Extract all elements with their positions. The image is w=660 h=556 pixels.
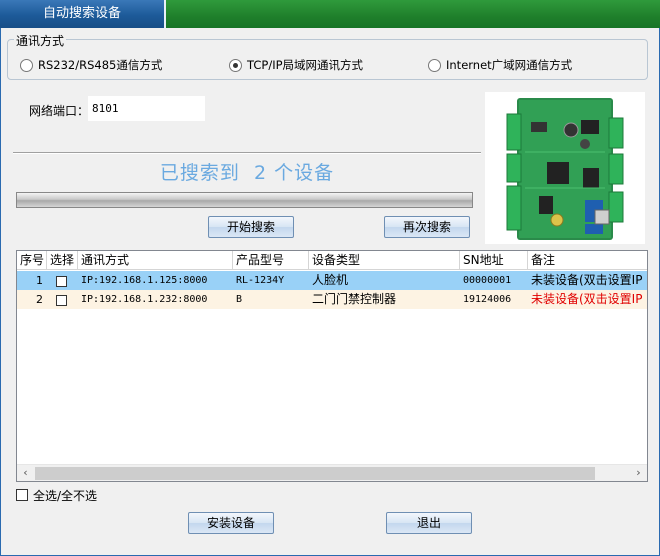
cell-comm: IP:192.168.1.125:8000 (81, 275, 208, 286)
radio-internet-label: Internet广域网通信方式 (446, 58, 573, 72)
divider (13, 152, 481, 154)
port-input[interactable] (88, 96, 205, 121)
scroll-left-icon[interactable]: ‹ (17, 465, 34, 481)
search-status: 已搜索到 2 个设备 (159, 162, 335, 184)
start-search-button[interactable]: 开始搜索 (208, 216, 294, 238)
cell-select[interactable] (47, 290, 78, 309)
col-header-no[interactable]: 序号 (17, 251, 47, 270)
cell-comm: IP:192.168.1.232:8000 (81, 294, 208, 305)
list-header: 序号 选择 通讯方式 产品型号 设备类型 SN地址 备注 (17, 251, 647, 270)
col-header-type[interactable]: 设备类型 (309, 251, 460, 270)
scrollbar-thumb[interactable] (35, 467, 595, 480)
cell-model: RL-1234Y (236, 275, 285, 286)
radio-tcpip-label: TCP/IP局域网通讯方式 (247, 58, 364, 72)
cell-note: 未装设备(双击设置IP (531, 273, 643, 287)
radio-rs232[interactable]: RS232/RS485通信方式 (20, 57, 162, 73)
table-row[interactable]: 1 IP:192.168.1.125:8000 RL-1234Y 人脸机 000… (17, 271, 647, 290)
select-all-checkbox[interactable]: 全选/全不选 (16, 488, 98, 503)
title-bar: 自动搜索设备 (0, 0, 660, 28)
cell-no: 1 (36, 274, 43, 287)
scroll-right-icon[interactable]: › (630, 465, 647, 481)
radio-circle[interactable] (20, 58, 33, 72)
radio-tcpip[interactable]: TCP/IP局域网通讯方式 (229, 57, 363, 73)
radio-circle[interactable] (428, 58, 441, 72)
col-header-model[interactable]: 产品型号 (233, 251, 309, 270)
cell-type: 二门门禁控制器 (312, 292, 397, 306)
cell-type: 人脸机 (312, 273, 349, 287)
col-header-note[interactable]: 备注 (528, 251, 647, 270)
comm-mode-legend: 通讯方式 (14, 32, 67, 49)
access-control-board-pcb-icon (506, 98, 624, 240)
row-checkbox[interactable] (56, 294, 67, 306)
search-progress-bar (16, 192, 473, 208)
cell-sn: 00000001 (463, 275, 512, 286)
horizontal-scrollbar[interactable]: ‹ › (17, 464, 647, 481)
col-header-comm[interactable]: 通讯方式 (78, 251, 233, 270)
cell-note: 未装设备(双击设置IP (531, 292, 643, 306)
row-checkbox[interactable] (56, 275, 67, 287)
window-title: 自动搜索设备 (0, 0, 166, 28)
exit-button[interactable]: 退出 (386, 512, 472, 534)
device-image (485, 92, 645, 244)
radio-internet[interactable]: Internet广域网通信方式 (428, 57, 572, 73)
checkbox-box[interactable] (16, 489, 28, 501)
select-all-label: 全选/全不选 (33, 488, 98, 503)
search-again-button[interactable]: 再次搜索 (384, 216, 470, 238)
radio-rs232-label: RS232/RS485通信方式 (38, 58, 163, 72)
cell-select[interactable] (47, 271, 78, 290)
radio-circle-selected[interactable] (229, 58, 242, 72)
device-list[interactable]: 序号 选择 通讯方式 产品型号 设备类型 SN地址 备注 1 IP:192.16… (16, 250, 648, 482)
cell-sn: 19124006 (463, 294, 512, 305)
cell-model: B (236, 294, 243, 305)
install-device-button[interactable]: 安装设备 (188, 512, 274, 534)
cell-no: 2 (36, 293, 43, 306)
port-label: 网络端口： (29, 104, 90, 118)
col-header-sn[interactable]: SN地址 (460, 251, 528, 270)
table-row[interactable]: 2 IP:192.168.1.232:8000 B 二门门禁控制器 191240… (17, 290, 647, 309)
col-header-select[interactable]: 选择 (47, 251, 78, 270)
